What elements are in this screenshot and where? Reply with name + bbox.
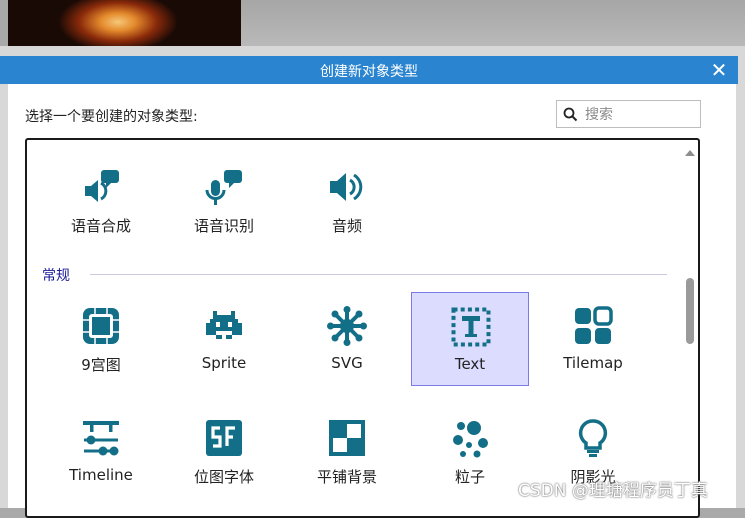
sprite-icon (206, 311, 242, 339)
object-type-list[interactable]: 语音合成 语音识别 音频 常规 9宫图 Sprite SVG Text Tile… (25, 138, 700, 518)
item-timeline[interactable]: Timeline (42, 404, 160, 498)
item-label: 粒子 (454, 468, 485, 486)
item-svg[interactable]: SVG (288, 292, 406, 386)
watermark: CSDN @理塘程序员丁真 (518, 481, 708, 501)
speech-recognition-icon (205, 170, 242, 205)
item-label: 位图字体 (193, 468, 254, 486)
sprite-font-icon (206, 420, 242, 456)
close-icon: ✕ (710, 58, 728, 82)
nine-patch-icon (83, 308, 119, 344)
dialog-body: 选择一个要创建的对象类型: 语音合成 (8, 84, 736, 518)
search-box[interactable] (556, 100, 701, 128)
item-audio[interactable]: 音频 (288, 153, 406, 247)
speech-synthesis-icon (85, 170, 119, 202)
section-divider (90, 274, 667, 275)
section-label: 常规 (42, 265, 78, 285)
item-nine-patch[interactable]: 9宫图 (42, 292, 160, 386)
item-label: Tilemap (563, 354, 623, 372)
item-label: 语音识别 (193, 217, 254, 235)
dialog-titlebar: 创建新对象类型 ✕ (0, 56, 738, 84)
item-label: Text (454, 355, 486, 373)
item-particles[interactable]: 粒子 (411, 404, 529, 498)
item-label: 9宫图 (81, 356, 121, 374)
create-object-dialog: 创建新对象类型 ✕ 选择一个要创建的对象类型: 搜索 语音合成 语音识别 音频 … (0, 46, 745, 518)
vertical-scrollbar[interactable] (684, 146, 696, 506)
scroll-up-arrow-icon[interactable] (685, 150, 695, 156)
particles-icon (453, 421, 488, 458)
text-icon (451, 307, 491, 347)
background-image (8, 0, 241, 46)
item-tiled-background[interactable]: 平铺背景 (288, 404, 406, 498)
item-label: Sprite (201, 354, 247, 372)
prompt-text: 选择一个要创建的对象类型: (25, 109, 198, 125)
item-tilemap[interactable]: Tilemap (534, 292, 652, 386)
search-icon (563, 107, 578, 122)
tiled-background-icon (329, 420, 365, 456)
item-label: 语音合成 (70, 217, 131, 235)
item-label: Timeline (69, 466, 133, 484)
item-sprite[interactable]: Sprite (165, 292, 283, 386)
tilemap-icon (575, 306, 613, 344)
item-speech-recognition[interactable]: 语音识别 (165, 153, 283, 247)
dialog-title: 创建新对象类型 (320, 64, 418, 80)
item-text[interactable]: Text (411, 292, 529, 386)
item-label: 音频 (331, 217, 362, 235)
svg-icon (327, 306, 367, 346)
section-header-general: 常规 (42, 264, 667, 285)
timeline-icon (83, 421, 119, 456)
search-input[interactable] (583, 104, 699, 126)
shadow-light-icon (578, 419, 608, 457)
item-label: 平铺背景 (316, 468, 377, 486)
background-window (241, 0, 745, 46)
item-sprite-font[interactable]: 位图字体 (165, 404, 283, 498)
audio-icon (330, 173, 363, 201)
item-speech-synthesis[interactable]: 语音合成 (42, 153, 160, 247)
scroll-thumb[interactable] (686, 278, 694, 344)
item-label: SVG (331, 354, 363, 372)
close-button[interactable]: ✕ (708, 59, 730, 81)
